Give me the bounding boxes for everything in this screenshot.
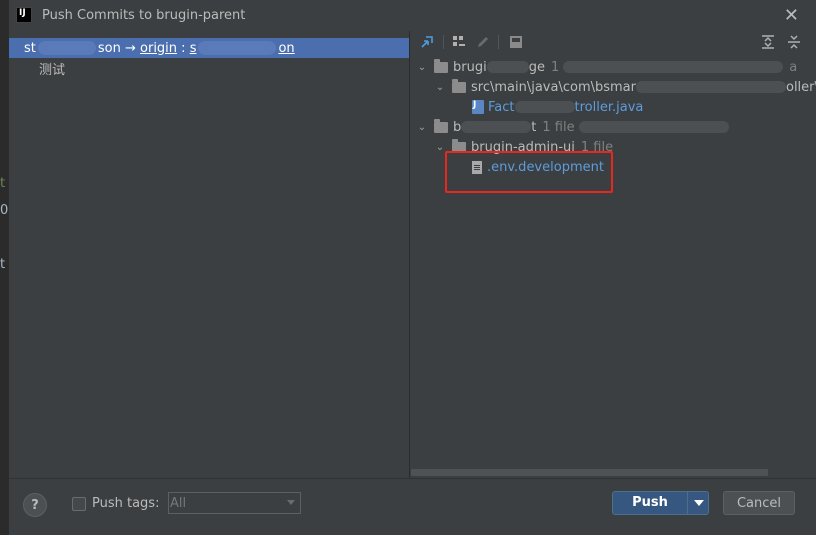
toolbar-separator bbox=[443, 35, 444, 49]
dialog-button-bar: ? Push tags: All Push Cancel bbox=[9, 478, 816, 535]
java-file-icon bbox=[472, 100, 484, 114]
title-bar: IJ Push Commits to brugin-parent ✕ bbox=[9, 0, 816, 30]
push-commits-dialog: IJ Push Commits to brugin-parent ✕ st so… bbox=[8, 0, 816, 535]
background-fragment: t bbox=[0, 257, 6, 272]
tags-select-value: All bbox=[170, 495, 187, 511]
redacted-blur bbox=[461, 121, 532, 133]
redacted-blur bbox=[563, 61, 784, 73]
directory-path-tail: oller\fac bbox=[785, 79, 816, 95]
tags-select[interactable]: All bbox=[168, 492, 301, 514]
repo-trail: a bbox=[789, 59, 798, 75]
folder-icon bbox=[434, 58, 448, 73]
repo-name-tail: ge bbox=[528, 59, 545, 75]
tree-repo-node[interactable]: ⌄ b t 1 file bbox=[416, 117, 729, 137]
tree-directory-node[interactable]: ⌄ src\main\java\com\bsmar oller\fac bbox=[434, 77, 816, 97]
folder-icon bbox=[434, 118, 448, 133]
preview-diff-icon[interactable] bbox=[508, 34, 524, 50]
target-branch-prefix[interactable]: s bbox=[190, 41, 197, 56]
push-options-dropdown-icon[interactable] bbox=[694, 500, 704, 506]
expand-all-icon[interactable] bbox=[760, 34, 776, 50]
remote-link[interactable]: origin bbox=[140, 41, 177, 56]
chevron-down-icon[interactable]: ⌄ bbox=[434, 82, 446, 93]
changes-toolbar bbox=[410, 31, 816, 53]
tree-file-node[interactable]: Fact troller.java bbox=[472, 97, 643, 117]
redacted-blur bbox=[514, 101, 575, 113]
split-button-divider bbox=[687, 492, 688, 514]
push-button-label: Push bbox=[632, 495, 668, 510]
branch-push-row[interactable]: st son → origin : s on bbox=[9, 38, 409, 58]
dialog-title: Push Commits to brugin-parent bbox=[42, 7, 246, 23]
chevron-down-icon bbox=[287, 500, 295, 505]
collapse-all-icon[interactable] bbox=[786, 34, 802, 50]
push-button[interactable]: Push bbox=[612, 491, 709, 515]
help-button[interactable]: ? bbox=[23, 493, 47, 517]
toolbar-separator bbox=[498, 35, 499, 49]
close-icon[interactable]: ✕ bbox=[784, 5, 799, 26]
push-tags-label: Push tags: bbox=[92, 496, 160, 511]
folder-icon bbox=[452, 78, 466, 93]
redacted-blur bbox=[198, 41, 277, 55]
cancel-button[interactable]: Cancel bbox=[723, 491, 795, 515]
local-branch-prefix: st bbox=[24, 40, 36, 56]
repo-name: brugi bbox=[453, 59, 487, 75]
annotation-highlight-box bbox=[445, 151, 613, 193]
background-fragment: t bbox=[0, 176, 6, 191]
java-file-name-suffix: troller.java bbox=[574, 99, 644, 115]
branch-separator: : bbox=[177, 40, 190, 56]
changes-pane: ⌄ brugi ge 1 a ⌄ src\main\java\com\bsmar… bbox=[410, 31, 816, 478]
java-file-name-prefix: Fact bbox=[488, 99, 515, 115]
chevron-down-icon[interactable]: ⌄ bbox=[416, 122, 428, 133]
file-count: 1 file bbox=[542, 119, 575, 135]
redacted-blur bbox=[635, 81, 786, 93]
edit-source-icon[interactable] bbox=[475, 34, 491, 50]
push-arrow: → bbox=[120, 40, 141, 56]
redacted-blur bbox=[37, 41, 96, 55]
repo-name-tail: t bbox=[531, 119, 537, 135]
background-editor-strip: t 0 t bbox=[0, 0, 8, 534]
show-diff-icon[interactable] bbox=[419, 34, 435, 50]
intellij-app-icon: IJ bbox=[16, 7, 32, 23]
push-tags-checkbox[interactable] bbox=[72, 497, 86, 511]
file-count: 1 bbox=[550, 59, 560, 75]
repo-name: b bbox=[453, 119, 462, 135]
redacted-blur bbox=[578, 121, 729, 133]
commits-pane: st son → origin : s on 测试 bbox=[9, 31, 409, 478]
commit-list-item[interactable]: 测试 bbox=[39, 59, 65, 78]
redacted-blur bbox=[486, 61, 529, 73]
group-by-icon[interactable] bbox=[451, 34, 467, 50]
target-branch-suffix[interactable]: on bbox=[278, 41, 294, 56]
chevron-down-icon[interactable]: ⌄ bbox=[416, 62, 428, 73]
chevron-down-icon[interactable]: ⌄ bbox=[434, 142, 446, 153]
tree-repo-node[interactable]: ⌄ brugi ge 1 a bbox=[416, 57, 797, 77]
local-branch-suffix: son bbox=[97, 40, 121, 56]
horizontal-scrollbar[interactable] bbox=[411, 469, 768, 476]
directory-path: src\main\java\com\bsmar bbox=[471, 79, 636, 95]
